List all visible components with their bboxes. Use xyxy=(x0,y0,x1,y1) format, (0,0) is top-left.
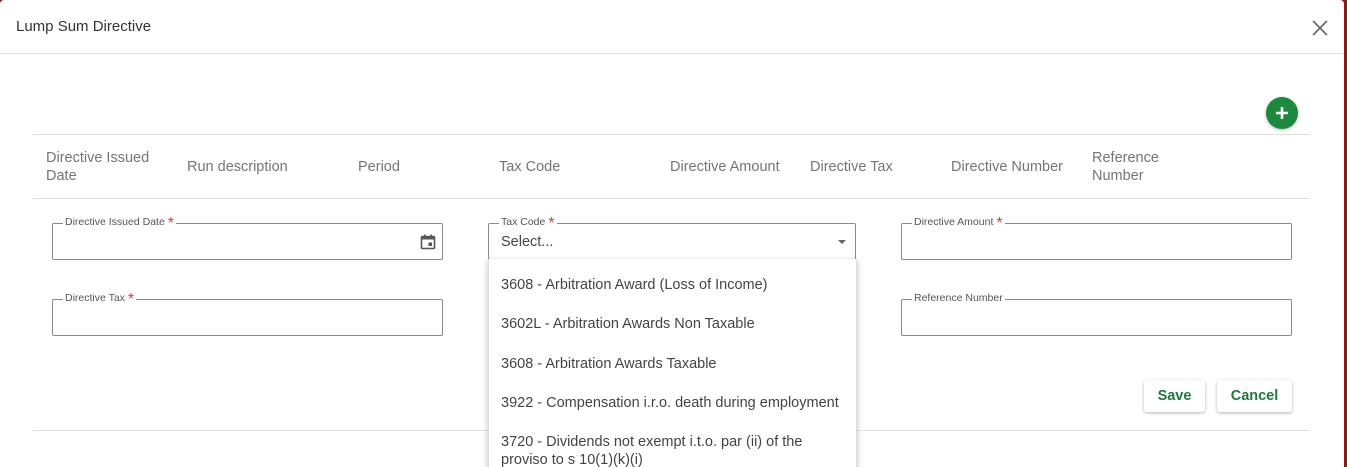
plus-icon xyxy=(1276,107,1288,119)
tax-code-option[interactable]: 3922 - Compensation i.r.o. death during … xyxy=(489,394,856,412)
tax-code-dropdown: 3608 - Arbitration Award (Loss of Income… xyxy=(488,259,857,467)
column-header-tax-code: Tax Code xyxy=(499,158,561,175)
column-header-directive-tax: Directive Tax xyxy=(810,158,893,175)
issued-date-field[interactable]: Directive Issued Date * xyxy=(52,215,443,260)
tax-code-value: Select... xyxy=(501,234,554,250)
calendar-icon[interactable] xyxy=(419,233,437,251)
lump-sum-directive-dialog: Lump Sum Directive Directive Issued Date… xyxy=(0,0,1344,467)
column-header-directive-number: Directive Number xyxy=(951,158,1063,175)
tax-code-select[interactable]: Tax Code * Select... xyxy=(488,215,856,260)
cancel-button[interactable]: Cancel xyxy=(1217,380,1292,412)
column-header-period: Period xyxy=(358,158,400,175)
issued-date-label: Directive Issued Date * xyxy=(63,215,177,232)
tax-code-option[interactable]: 3608 - Arbitration Award (Loss of Income… xyxy=(489,276,856,294)
column-header-issued-date: Directive Issued Date xyxy=(46,149,150,184)
directive-amount-field[interactable]: Directive Amount * xyxy=(901,215,1292,260)
tax-code-label: Tax Code * xyxy=(499,215,557,232)
close-icon xyxy=(1312,20,1328,36)
dialog-header: Lump Sum Directive xyxy=(0,0,1344,54)
tax-code-option[interactable]: 3602L - Arbitration Awards Non Taxable xyxy=(489,315,856,333)
tax-code-option[interactable]: 3720 - Dividends not exempt i.t.o. par (… xyxy=(489,433,856,467)
reference-number-field[interactable]: Reference Number xyxy=(901,291,1292,336)
directive-amount-label: Directive Amount * xyxy=(912,215,1005,232)
column-header-directive-amount: Directive Amount xyxy=(670,158,780,175)
add-directive-button[interactable] xyxy=(1266,97,1298,129)
directive-tax-label: Directive Tax * xyxy=(63,291,137,308)
directive-table-header: Directive Issued Date Run description Pe… xyxy=(33,134,1310,199)
column-header-run-description: Run description xyxy=(187,158,288,175)
tax-code-option[interactable]: 3608 - Arbitration Awards Taxable xyxy=(489,355,856,373)
dialog-title: Lump Sum Directive xyxy=(16,18,152,35)
save-button[interactable]: Save xyxy=(1144,380,1205,412)
reference-number-label: Reference Number xyxy=(912,291,1005,305)
column-header-reference-number: Reference Number xyxy=(1092,149,1159,184)
directive-tax-field[interactable]: Directive Tax * xyxy=(52,291,443,336)
caret-down-icon xyxy=(838,240,846,244)
close-button[interactable] xyxy=(1306,14,1334,42)
